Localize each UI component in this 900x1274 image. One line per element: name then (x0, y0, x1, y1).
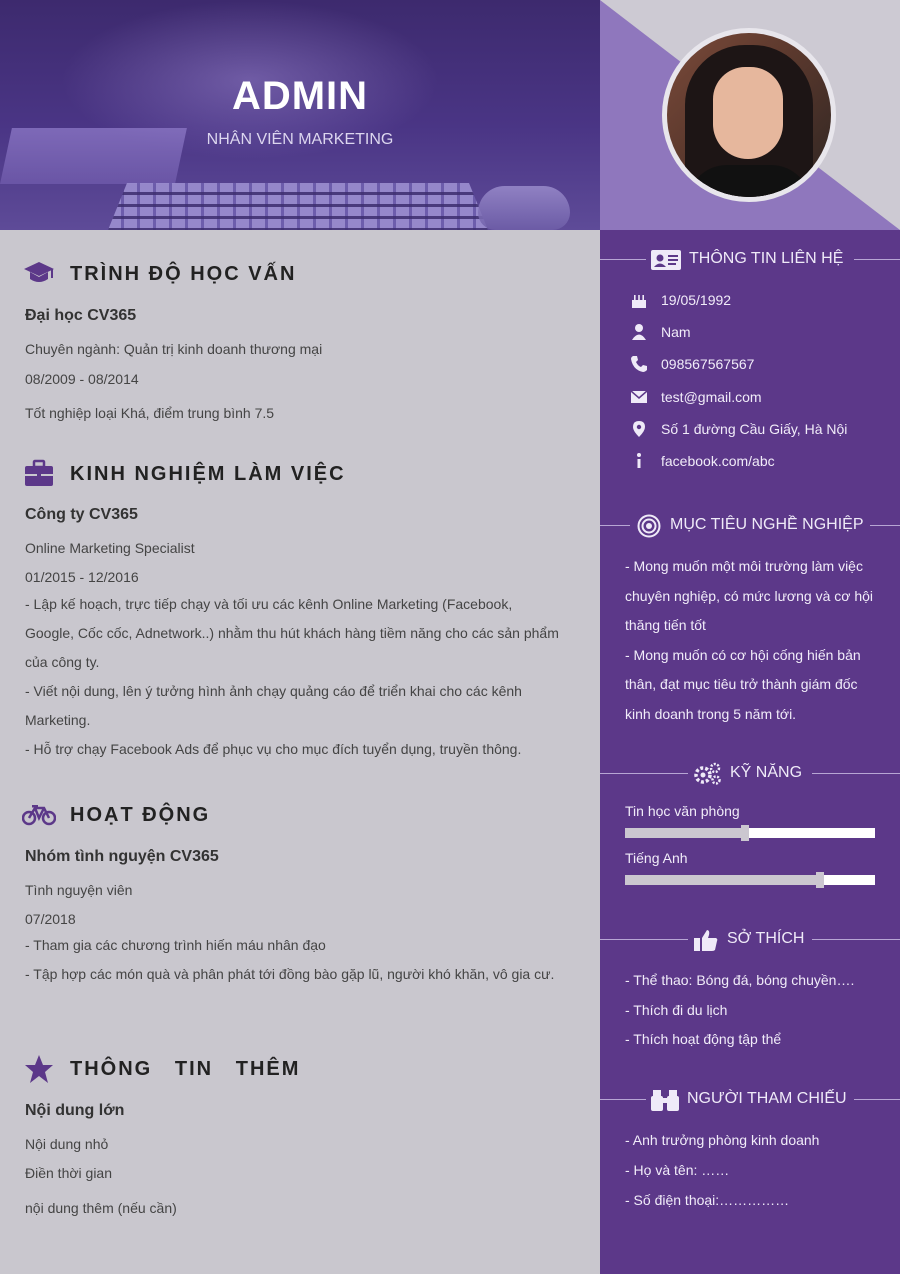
user-icon (632, 324, 646, 340)
section-title: TRÌNH ĐỘ HỌC VẤN (70, 263, 297, 285)
hobby-item: - Thích hoạt động tập thể (625, 1031, 782, 1047)
address-value: Số 1 đường Cầu Giấy, Hà Nội (661, 421, 848, 437)
references-title: NGƯỜI THAM CHIẾU (687, 1090, 847, 1107)
gears-icon (694, 762, 721, 785)
company-name: Công ty CV365 (25, 506, 138, 523)
contact-title: THÔNG TIN LIÊN HỆ (689, 250, 844, 267)
phone-icon (631, 356, 647, 372)
objective-text: - Mong muốn một môi trường làm việc chuy… (625, 558, 874, 722)
birthday-value: 19/05/1992 (661, 292, 732, 308)
email-row: test@gmail.com (600, 386, 900, 410)
thumbs-up-icon (694, 930, 718, 951)
envelope-icon (630, 390, 648, 403)
major: Chuyên ngành: Quản trị kinh doanh thương… (25, 341, 323, 357)
experience-period: 01/2015 - 12/2016 (25, 569, 139, 585)
section-title: THÔNG TIN THÊM (70, 1058, 301, 1080)
target-icon (637, 514, 661, 538)
candidate-name: ADMIN (231, 74, 369, 118)
email-value: test@gmail.com (661, 389, 762, 405)
section-title: HOẠT ĐỘNG (70, 804, 211, 826)
hobby-item: - Thể thao: Bóng đá, bóng chuyền…. (625, 972, 855, 988)
skill-name: Tin học văn phòng (625, 803, 740, 819)
bicycle-icon (22, 805, 56, 826)
hobbies-heading: SỞ THÍCH (600, 928, 900, 952)
education-period: 08/2009 - 08/2014 (25, 371, 139, 387)
header-banner: ADMIN NHÂN VIÊN MARKETING (0, 0, 600, 230)
additional-main: Nội dung lớn (25, 1102, 125, 1119)
school-name: Đại học CV365 (25, 307, 137, 324)
gender-value: Nam (661, 324, 691, 340)
binoculars-icon (651, 1090, 679, 1111)
skill-bar-knob (816, 872, 824, 888)
website-value: facebook.com/abc (661, 453, 775, 469)
gender-row: Nam (600, 321, 900, 345)
reference-item: - Anh trưởng phòng kinh doanh (625, 1132, 820, 1148)
star-icon (25, 1055, 53, 1083)
website-row: facebook.com/abc (600, 450, 900, 474)
address-row: Số 1 đường Cầu Giấy, Hà Nội (600, 418, 900, 442)
activity-description: - Tham gia các chương trình hiến máu nhâ… (25, 937, 555, 982)
birthday-cake-icon (632, 295, 646, 308)
map-marker-icon (633, 421, 645, 437)
objective-title: MỤC TIÊU NGHỀ NGHIỆP (670, 516, 864, 533)
job-title: NHÂN VIÊN MARKETING (206, 131, 394, 148)
graduation-cap-icon (24, 262, 54, 282)
skill-name: Tiếng Anh (625, 850, 688, 866)
phone-row: 098567567567 (600, 353, 900, 377)
id-card-icon (651, 250, 681, 270)
reference-item: - Họ và tên: …… (625, 1162, 730, 1178)
skills-heading: KỸ NĂNG (600, 762, 900, 786)
references-heading: NGƯỜI THAM CHIẾU (600, 1088, 900, 1112)
additional-time: Điền thời gian (25, 1165, 113, 1181)
sidebar: THÔNG TIN LIÊN HỆ 19/05/1992 Nam 0985675… (600, 230, 900, 1274)
skill-bar-fill (625, 828, 745, 838)
contact-heading: THÔNG TIN LIÊN HỆ (600, 248, 900, 272)
skill-bar-knob (741, 825, 749, 841)
organization-name: Nhóm tình nguyện CV365 (25, 848, 219, 865)
avatar (662, 28, 836, 202)
hobby-item: - Thích đi du lịch (625, 1002, 728, 1018)
info-icon (637, 453, 641, 468)
additional-sub: Nội dung nhỏ (25, 1136, 109, 1152)
education-result: Tốt nghiệp loại Khá, điểm trung bình 7.5 (25, 405, 275, 421)
birthday-row: 19/05/1992 (600, 289, 900, 313)
volunteer-role: Tình nguyện viên (25, 882, 133, 898)
skill-bar (625, 825, 875, 841)
skills-title: KỸ NĂNG (730, 764, 803, 781)
skill-bar (625, 872, 875, 888)
keyboard-rows (108, 183, 488, 230)
main-column: TRÌNH ĐỘ HỌC VẤN Đại học CV365 Chuyên ng… (0, 230, 600, 1274)
briefcase-icon (25, 459, 53, 486)
section-title: KINH NGHIỆM LÀM VIỆC (70, 463, 346, 485)
hobbies-title: SỞ THÍCH (727, 930, 805, 947)
skill-bar-fill (625, 875, 820, 885)
reference-item: - Số điện thoại:…………… (625, 1192, 790, 1208)
additional-extra: nội dung thêm (nếu cần) (25, 1200, 177, 1216)
position: Online Marketing Specialist (25, 540, 195, 556)
mouse-image (478, 186, 570, 230)
objective-heading: MỤC TIÊU NGHỀ NGHIỆP (600, 514, 900, 538)
experience-description: - Lập kế hoạch, trực tiếp chạy và tối ưu… (25, 596, 559, 757)
phone-value: 098567567567 (661, 356, 755, 372)
activity-period: 07/2018 (25, 911, 76, 927)
